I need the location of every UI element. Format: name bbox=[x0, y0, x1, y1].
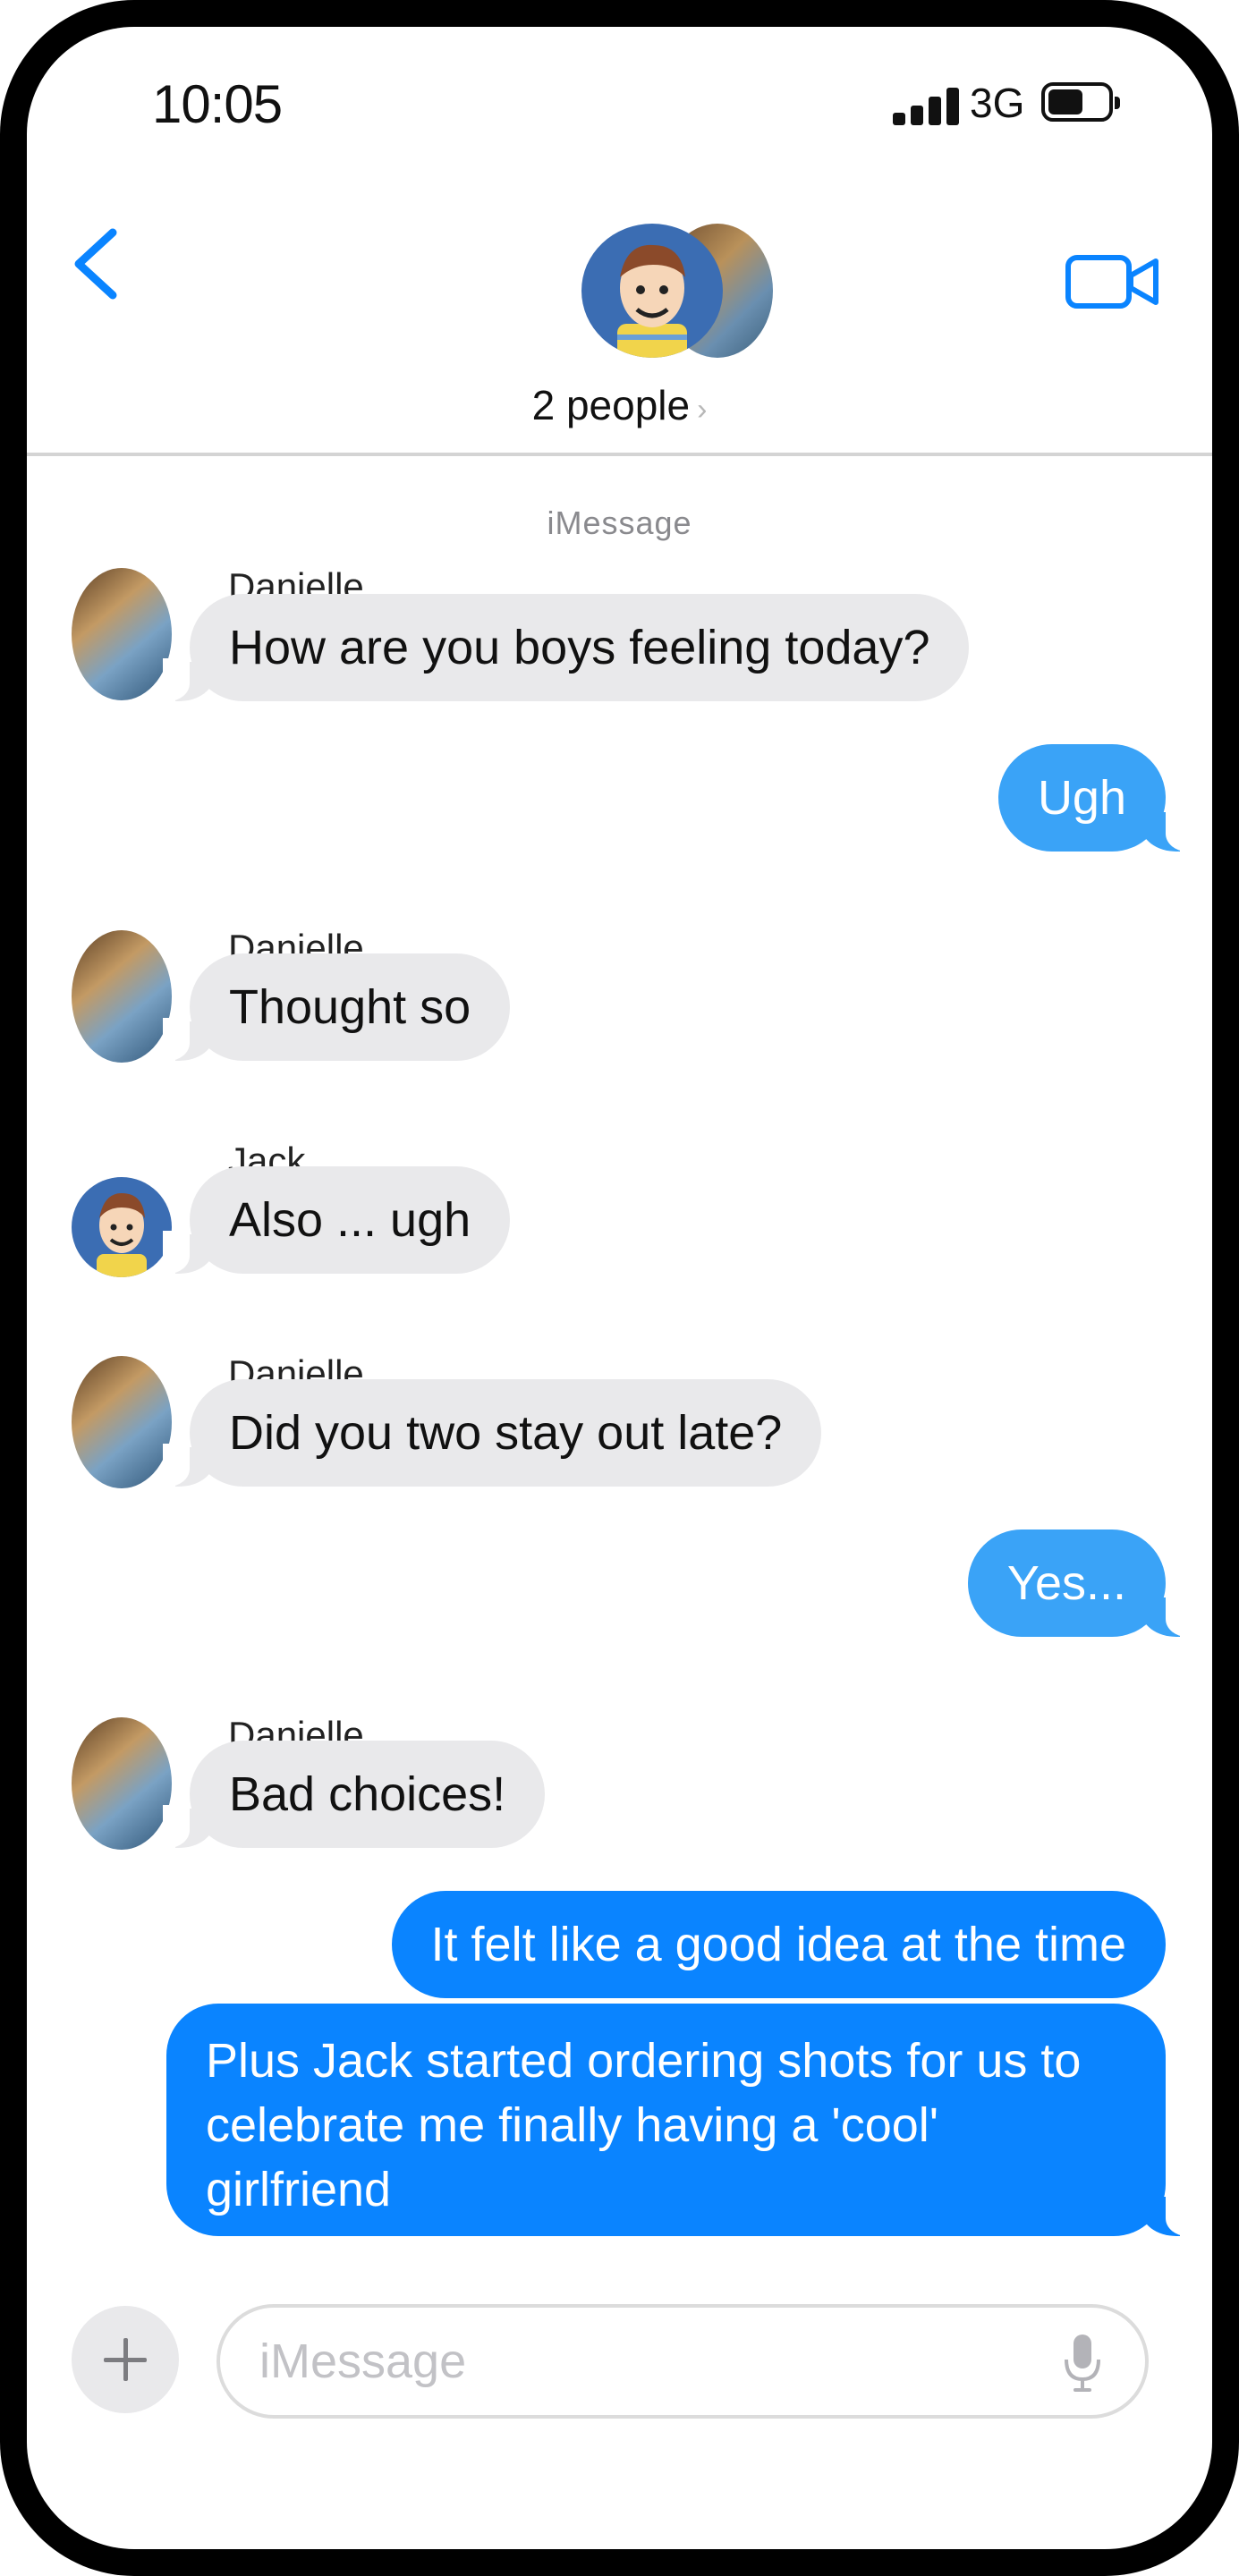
danielle-avatar[interactable] bbox=[72, 568, 172, 700]
message-bubble[interactable]: Plus Jack started ordering shots for us … bbox=[166, 2004, 1192, 2236]
group-avatar[interactable] bbox=[581, 193, 787, 358]
dictation-button[interactable] bbox=[1063, 2333, 1102, 2395]
danielle-avatar[interactable] bbox=[72, 1356, 172, 1488]
service-label: iMessage bbox=[547, 504, 692, 541]
video-camera-icon bbox=[1065, 255, 1158, 309]
microphone-icon bbox=[1065, 2334, 1100, 2392]
chevron-left-icon bbox=[74, 228, 117, 300]
jack-avatar[interactable] bbox=[72, 1177, 172, 1277]
add-attachment-button[interactable] bbox=[72, 2306, 179, 2413]
jack-avatar-large bbox=[581, 224, 723, 358]
status-time: 10:05 bbox=[152, 74, 283, 134]
phone-frame: 10:05 3G 2 people › iMessage Danielle Ho… bbox=[0, 0, 1239, 2576]
chevron-right-icon: › bbox=[697, 393, 708, 427]
back-button[interactable] bbox=[63, 215, 134, 313]
message-bubble[interactable]: Thought so bbox=[162, 953, 511, 1061]
message-bubble[interactable]: Bad choices! bbox=[162, 1741, 546, 1848]
message-input[interactable] bbox=[216, 2304, 1149, 2419]
message-bubble[interactable]: Also ... ugh bbox=[162, 1166, 511, 1274]
cellular-signal-icon bbox=[893, 86, 964, 125]
message-bubble[interactable]: Yes... bbox=[967, 1530, 1193, 1637]
battery-icon bbox=[1041, 82, 1120, 122]
message-bubble[interactable]: Did you two stay out late? bbox=[162, 1379, 822, 1487]
group-name[interactable]: 2 people › bbox=[27, 381, 1212, 429]
network-label: 3G bbox=[970, 80, 1025, 126]
screen: 10:05 3G 2 people › iMessage Danielle Ho… bbox=[27, 27, 1212, 2549]
message-bubble[interactable]: How are you boys feeling today? bbox=[162, 594, 970, 701]
danielle-avatar[interactable] bbox=[72, 1717, 172, 1850]
message-bubble[interactable]: Ugh bbox=[997, 744, 1193, 852]
video-call-button[interactable] bbox=[1065, 250, 1163, 313]
header-divider bbox=[27, 453, 1212, 456]
message-bubble[interactable]: It felt like a good idea at the time bbox=[391, 1891, 1166, 1998]
danielle-avatar[interactable] bbox=[72, 930, 172, 1063]
